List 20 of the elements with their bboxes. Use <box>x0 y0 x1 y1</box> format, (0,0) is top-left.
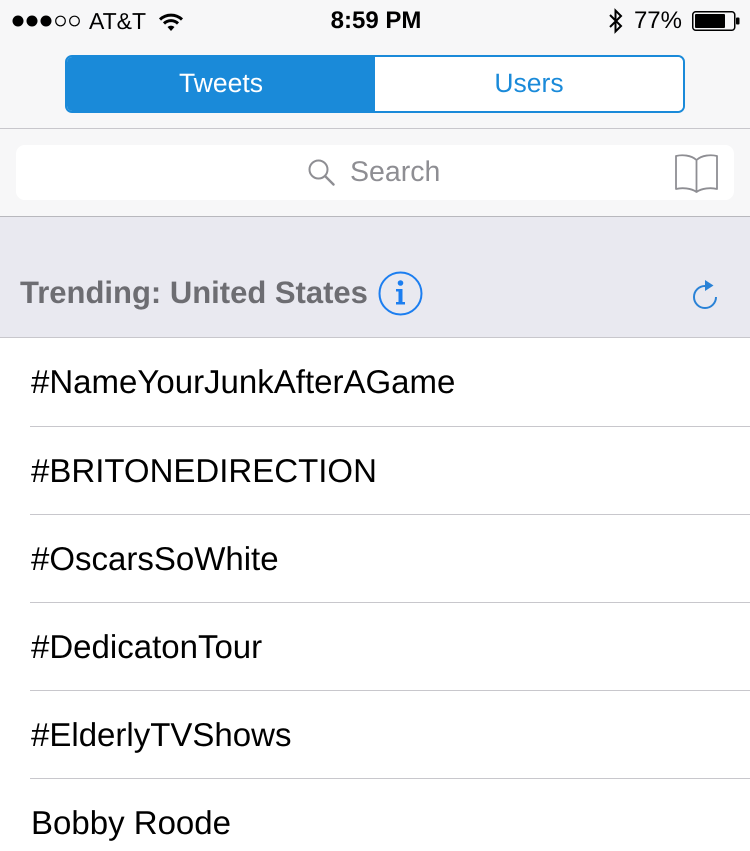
search-icon <box>308 159 335 186</box>
book-icon[interactable] <box>675 152 718 192</box>
carrier-name: AT&T <box>89 6 146 36</box>
battery-icon <box>692 11 740 31</box>
trend-item[interactable]: #OscarsSoWhite <box>30 514 750 602</box>
trend-item[interactable]: #ElderlyTVShows <box>30 690 750 778</box>
signal-strength-icon <box>12 15 81 27</box>
search-bar[interactable]: Search <box>16 145 734 200</box>
trend-item[interactable]: #NameYourJunkAfterAGame <box>30 338 750 426</box>
info-icon[interactable] <box>378 270 423 316</box>
wifi-icon <box>158 12 184 30</box>
segment-tab[interactable]: Tweets <box>67 57 375 111</box>
trend-item[interactable]: #DedicatonTour <box>30 602 750 690</box>
section-header: Trending: United States <box>20 274 368 312</box>
battery-percentage: 77% <box>634 6 682 36</box>
clock-time: 8:59 PM <box>330 6 422 36</box>
bluetooth-icon <box>608 8 624 34</box>
trend-item[interactable]: Bobby Roode <box>30 778 750 851</box>
search-input[interactable]: Search <box>350 151 442 194</box>
trend-item[interactable]: #BRITONEDIRECTION <box>30 426 750 514</box>
